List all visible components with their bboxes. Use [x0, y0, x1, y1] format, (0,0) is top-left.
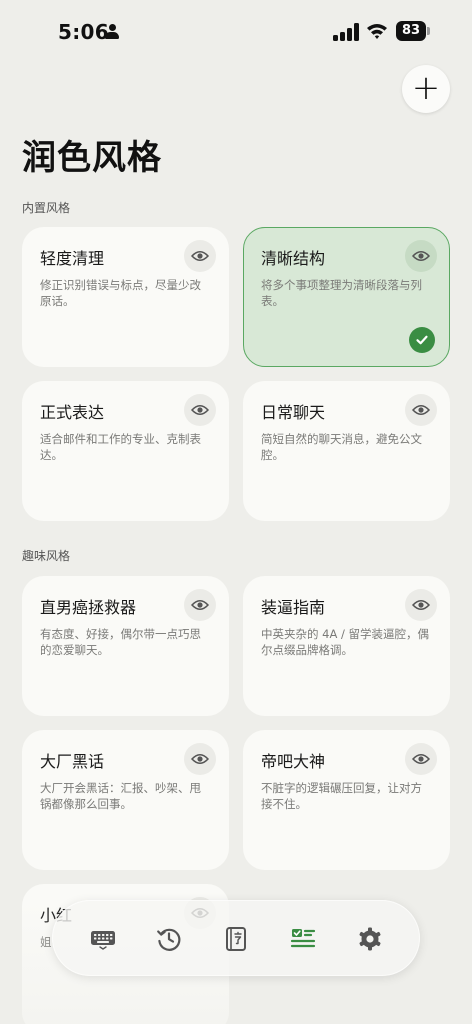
card-title: 清晰结构 — [261, 249, 326, 268]
section-label-fun: 趣味风格 — [22, 549, 71, 563]
card-title: 正式表达 — [40, 403, 105, 422]
style-card[interactable]: 轻度清理 修正识别错误与标点，尽量少改原话。 — [22, 227, 229, 367]
nav-keyboard[interactable] — [87, 923, 119, 955]
cellular-signal-icon — [333, 23, 359, 41]
preview-eye-icon[interactable] — [184, 394, 216, 426]
preview-eye-icon[interactable] — [184, 589, 216, 621]
section-label-builtin: 内置风格 — [22, 201, 71, 215]
style-card[interactable]: 日常聊天 简短自然的聊天消息，避免公文腔。 — [243, 381, 450, 521]
card-title: 大厂黑话 — [40, 752, 105, 771]
card-title: 帝吧大神 — [261, 752, 326, 771]
card-title: 日常聊天 — [261, 403, 326, 422]
preview-eye-icon[interactable] — [405, 240, 437, 272]
preview-eye-icon[interactable] — [405, 394, 437, 426]
card-title: 轻度清理 — [40, 249, 105, 268]
preview-eye-icon[interactable] — [184, 240, 216, 272]
battery-indicator: 83 — [396, 21, 430, 41]
person-icon — [105, 24, 119, 40]
style-card[interactable]: 帝吧大神 不脏字的逻辑碾压回复，让对方接不住。 — [243, 730, 450, 870]
add-style-button[interactable]: + — [402, 65, 450, 113]
card-description: 有态度、好接，偶尔带一点巧思的恋爱聊天。 — [40, 627, 201, 657]
dictionary-icon — [226, 927, 246, 951]
wifi-icon — [367, 24, 387, 39]
status-time: 5:06 — [58, 20, 109, 44]
nav-history[interactable] — [153, 923, 185, 955]
style-card[interactable]: 正式表达 适合邮件和工作的专业、克制表达。 — [22, 381, 229, 521]
card-description: 大厂开会黑话：汇报、吵架、甩锅都像那么回事。 — [40, 781, 201, 811]
card-description: 适合邮件和工作的专业、克制表达。 — [40, 432, 201, 462]
selected-check-icon — [409, 327, 435, 353]
history-icon — [157, 928, 181, 951]
preview-eye-icon[interactable] — [405, 743, 437, 775]
battery-level: 83 — [396, 21, 426, 41]
nav-styles[interactable] — [287, 923, 319, 955]
card-description: 将多个事项整理为清晰段落与列表。 — [261, 278, 422, 308]
card-description: 中英夹杂的 4A / 留学装逼腔，偶尔点缀品牌格调。 — [261, 627, 430, 657]
style-card[interactable]: 大厂黑话 大厂开会黑话：汇报、吵架、甩锅都像那么回事。 — [22, 730, 229, 870]
plus-icon: + — [411, 67, 441, 108]
card-title: 直男癌拯救器 — [40, 598, 137, 617]
status-bar: 5:06 83 — [0, 0, 472, 64]
preview-eye-icon[interactable] — [184, 743, 216, 775]
settings-icon — [359, 927, 381, 951]
style-card[interactable]: 装逼指南 中英夹杂的 4A / 留学装逼腔，偶尔点缀品牌格调。 — [243, 576, 450, 716]
card-description: 简短自然的聊天消息，避免公文腔。 — [261, 432, 422, 462]
nav-dictionary[interactable] — [220, 923, 252, 955]
nav-settings[interactable] — [354, 923, 386, 955]
styles-icon — [290, 929, 316, 948]
card-description: 修正识别错误与标点，尽量少改原话。 — [40, 278, 201, 308]
preview-eye-icon[interactable] — [405, 589, 437, 621]
style-card[interactable]: 直男癌拯救器 有态度、好接，偶尔带一点巧思的恋爱聊天。 — [22, 576, 229, 716]
keyboard-icon — [91, 931, 115, 950]
card-title: 装逼指南 — [261, 598, 326, 617]
style-card[interactable]: 清晰结构 将多个事项整理为清晰段落与列表。 — [243, 227, 450, 367]
bottom-nav-bar — [52, 900, 420, 976]
page-title: 润色风格 — [22, 138, 162, 178]
card-description: 不脏字的逻辑碾压回复，让对方接不住。 — [261, 781, 422, 811]
